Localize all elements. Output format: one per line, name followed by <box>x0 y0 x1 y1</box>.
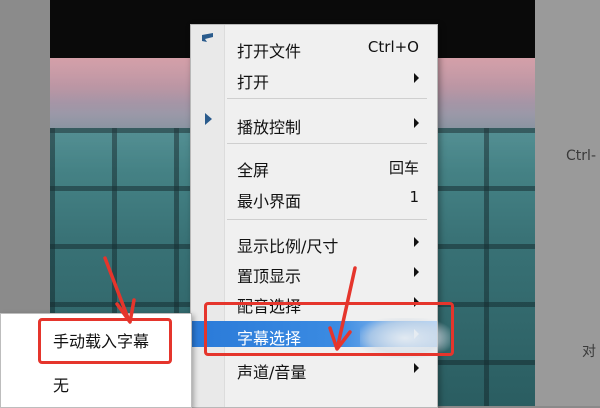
submenu-arrow-icon <box>414 267 419 277</box>
submenu-arrow-icon <box>414 363 419 373</box>
menu-item-label: 打开 <box>237 73 270 92</box>
menu-separator <box>227 98 427 99</box>
submenu-arrow-icon <box>414 237 419 247</box>
menu-separator <box>227 143 427 144</box>
right-panel-shortcut-text: Ctrl- <box>566 148 596 164</box>
annotation-box-manual-load <box>38 318 172 364</box>
menu-item-minimal-ui[interactable]: 最小界面 1 <box>191 184 437 211</box>
menu-separator <box>227 219 427 220</box>
menu-item-open-file[interactable]: 打开文件 Ctrl+O <box>191 34 437 61</box>
menu-item-shortcut: 1 <box>409 188 419 206</box>
menu-item-label: 播放控制 <box>237 118 302 137</box>
menu-item-label: 打开文件 <box>237 42 302 61</box>
menu-item-label: 置顶显示 <box>237 267 302 286</box>
menu-item-shortcut: 回车 <box>388 159 419 177</box>
right-side-panel: Ctrl- 对 <box>535 0 600 406</box>
menu-item-label: 声道/音量 <box>237 363 307 382</box>
menu-item-label: 最小界面 <box>237 192 302 211</box>
annotation-box-subtitle-select <box>204 302 454 356</box>
menu-item-label: 全屏 <box>237 161 270 180</box>
menu-item-channel-volume[interactable]: 声道/音量 <box>191 355 437 382</box>
right-panel-text: 对 <box>582 344 596 360</box>
menu-item-aspect-ratio[interactable]: 显示比例/尺寸 <box>191 229 437 256</box>
menu-item-label: 显示比例/尺寸 <box>237 237 339 256</box>
menu-item-open[interactable]: 打开 <box>191 65 437 92</box>
menu-item-fullscreen[interactable]: 全屏 回车 <box>191 153 437 180</box>
menu-item-shortcut: Ctrl+O <box>367 38 419 56</box>
submenu-item-none[interactable]: 无 <box>53 372 69 396</box>
menu-item-playback-control[interactable]: 播放控制 <box>191 110 437 137</box>
menu-item-always-on-top[interactable]: 置顶显示 <box>191 259 437 286</box>
submenu-arrow-icon <box>414 118 419 128</box>
submenu-arrow-icon <box>414 73 419 83</box>
